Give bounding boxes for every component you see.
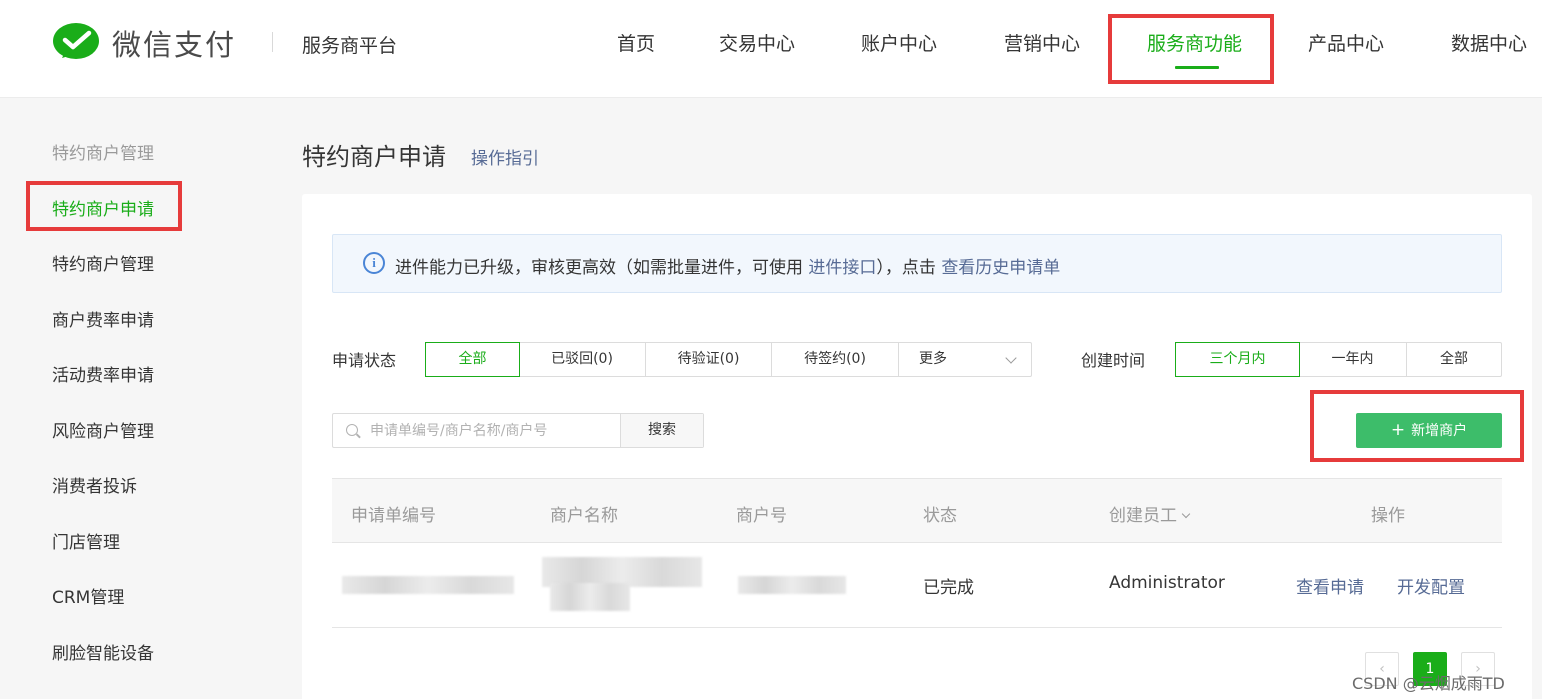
search-box: 搜索	[332, 413, 704, 448]
status-option-rejected[interactable]: 已驳回(0)	[519, 343, 646, 376]
time-filter-group: 三个月内 一年内 全部	[1175, 342, 1502, 377]
header-status: 状态	[923, 506, 957, 526]
nav-account[interactable]: 账户中心	[861, 29, 937, 56]
sidebar-item-store-management[interactable]: 门店管理	[52, 528, 120, 553]
sidebar-section-title: 特约商户管理	[52, 144, 154, 164]
operation-guide-link[interactable]: 操作指引	[471, 144, 539, 169]
status-option-pending-verify[interactable]: 待验证(0)	[646, 343, 772, 376]
status-more-dropdown[interactable]: 更多	[899, 343, 1029, 376]
nav-transactions[interactable]: 交易中心	[719, 29, 795, 56]
sidebar-item-merchant-management[interactable]: 特约商户管理	[52, 250, 154, 275]
redacted-merchant-name-2	[550, 583, 630, 611]
brand-name: 微信支付	[112, 28, 237, 62]
header-creator: 创建员工	[1109, 506, 1177, 526]
sidebar-item-risk-merchant[interactable]: 风险商户管理	[52, 417, 154, 442]
wechat-pay-logo[interactable]: 微信支付	[52, 22, 236, 64]
header-merchant-name: 商户名称	[550, 506, 618, 526]
sidebar-item-face-devices[interactable]: 刷脸智能设备	[52, 639, 154, 664]
table-row: 已完成 Administrator 查看申请 开发配置	[332, 543, 1502, 628]
search-field	[333, 414, 620, 447]
add-merchant-button[interactable]: + 新增商户	[1356, 413, 1502, 448]
dev-config-link[interactable]: 开发配置	[1397, 573, 1465, 598]
nav-active-indicator	[1175, 66, 1219, 69]
header-application-id: 申请单编号	[351, 506, 436, 526]
chevron-down-icon	[1181, 509, 1191, 519]
notice-text-before: 进件能力已升级，审核更高效（如需批量进件，可使用	[395, 258, 809, 278]
info-icon: i	[363, 252, 385, 274]
api-onboarding-link[interactable]: 进件接口	[808, 258, 876, 278]
upgrade-notice: i 进件能力已升级，审核更高效（如需批量进件，可使用 进件接口），点击 查看历史…	[332, 234, 1502, 293]
header-merchant-number: 商户号	[736, 506, 787, 526]
plus-icon: +	[1390, 420, 1406, 440]
platform-name: 服务商平台	[302, 35, 398, 57]
notice-text: 进件能力已升级，审核更高效（如需批量进件，可使用 进件接口），点击 查看历史申请…	[395, 253, 1060, 278]
row-creator: Administrator	[1109, 573, 1225, 593]
view-application-link[interactable]: 查看申请	[1296, 573, 1364, 598]
chevron-down-icon	[1005, 351, 1017, 364]
sidebar-item-fee-rate-application[interactable]: 商户费率申请	[52, 306, 154, 331]
time-option-all[interactable]: 全部	[1407, 343, 1501, 376]
top-header: 微信支付 服务商平台 首页 交易中心 账户中心 营销中心 服务商功能 产品中心 …	[0, 0, 1542, 98]
search-button[interactable]: 搜索	[620, 414, 703, 447]
notice-text-middle: ），点击	[876, 258, 942, 278]
search-input[interactable]	[370, 414, 615, 447]
redacted-application-id	[342, 576, 514, 594]
header-actions: 操作	[1371, 506, 1405, 526]
csdn-watermark: CSDN @云烟成雨TD	[1352, 674, 1505, 693]
status-filter-group: 全部 已驳回(0) 待验证(0) 待签约(0) 更多	[425, 342, 1032, 377]
status-option-pending-sign[interactable]: 待签约(0)	[772, 343, 899, 376]
sidebar-item-consumer-complaints[interactable]: 消费者投诉	[52, 472, 137, 497]
status-filter-label: 申请状态	[332, 351, 397, 370]
nav-provider-functions[interactable]: 服务商功能	[1147, 29, 1242, 56]
nav-data[interactable]: 数据中心	[1451, 29, 1527, 56]
sidebar-item-crm[interactable]: CRM管理	[52, 583, 124, 608]
header-divider	[272, 32, 273, 52]
sidebar-item-activity-rate-application[interactable]: 活动费率申请	[52, 361, 154, 386]
time-option-one-year[interactable]: 一年内	[1299, 343, 1407, 376]
redacted-merchant-number	[738, 576, 846, 594]
table-header: 申请单编号 商户名称 商户号 状态 创建员工 操作	[332, 478, 1502, 543]
search-icon	[346, 424, 358, 436]
nav-home[interactable]: 首页	[617, 29, 655, 56]
add-merchant-label: 新增商户	[1411, 423, 1468, 439]
sidebar-item-merchant-application[interactable]: 特约商户申请	[52, 195, 154, 220]
nav-products[interactable]: 产品中心	[1308, 29, 1384, 56]
history-applications-link[interactable]: 查看历史申请单	[941, 258, 1060, 278]
wechat-pay-logo-icon	[53, 23, 99, 59]
time-option-three-months[interactable]: 三个月内	[1175, 342, 1300, 377]
row-status: 已完成	[923, 578, 974, 598]
time-filter-label: 创建时间	[1081, 351, 1146, 370]
nav-marketing[interactable]: 营销中心	[1004, 29, 1080, 56]
page-title: 特约商户申请	[302, 143, 446, 171]
header-creator-sortable[interactable]: 创建员工	[1109, 501, 1191, 526]
status-option-all[interactable]: 全部	[425, 342, 520, 377]
more-label: 更多	[919, 351, 947, 367]
